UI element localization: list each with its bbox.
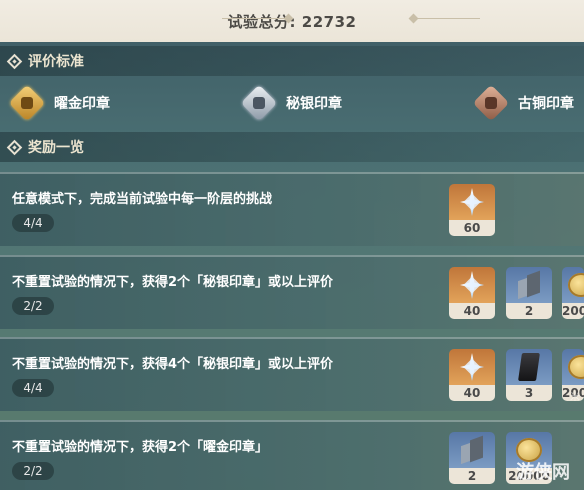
badge-bronze-seal: 古铜印章	[472, 84, 574, 122]
primogem-icon	[460, 188, 484, 216]
diamond-bullet-icon	[6, 139, 23, 155]
item-quantity: 60	[449, 220, 495, 236]
mora-coin-icon	[568, 273, 584, 297]
divider-ornament-right	[408, 13, 480, 24]
reward-item-mora[interactable]: 200	[562, 267, 584, 319]
reward-item-dark-ore[interactable]: 3	[506, 349, 552, 401]
rating-section-header: 评价标准	[0, 46, 584, 76]
badge-label: 古铜印章	[518, 96, 574, 112]
reward-row: 不重置试验的情况下，获得2个「曜金印章」 2/2 2 20000	[0, 420, 584, 490]
divider-ornament-left	[222, 13, 294, 24]
reward-description: 不重置试验的情况下，获得2个「曜金印章」	[12, 440, 269, 455]
progress-badge: 4/4	[12, 214, 54, 232]
item-quantity: 2	[449, 468, 495, 484]
badge-gold-seal: 曜金印章	[8, 84, 110, 122]
ore-icon	[461, 435, 483, 465]
item-quantity: 40	[449, 303, 495, 319]
reward-item-primogem[interactable]: 40	[449, 349, 495, 401]
gold-seal-icon	[8, 84, 46, 122]
watermark: 游侠网	[516, 462, 570, 483]
bronze-seal-icon	[472, 84, 510, 122]
seal-badges-row: 曜金印章 秘银印章 古铜印章	[0, 78, 584, 128]
primogem-icon	[460, 353, 484, 381]
dark-ore-icon	[518, 353, 540, 381]
progress-badge: 2/2	[12, 297, 54, 315]
mora-coin-icon	[568, 355, 584, 379]
item-quantity: 40	[449, 385, 495, 401]
badge-silver-seal: 秘银印章	[240, 84, 342, 122]
reward-description: 不重置试验的情况下，获得2个「秘银印章」或以上评价	[12, 275, 334, 290]
reward-item-ore[interactable]: 2	[449, 432, 495, 484]
badge-label: 曜金印章	[54, 96, 110, 112]
primogem-icon	[460, 271, 484, 299]
ore-icon	[518, 270, 540, 300]
watermark-small: 米	[570, 392, 580, 403]
reward-description: 任意模式下，完成当前试验中每一阶层的挑战	[12, 192, 273, 207]
rewards-section-title: 奖励一览	[28, 140, 84, 156]
rewards-section-header: 奖励一览	[0, 132, 584, 162]
item-quantity: 2	[506, 303, 552, 319]
score-bar: 试验总分: 22732	[0, 0, 584, 42]
rating-section-title: 评价标准	[28, 54, 84, 70]
reward-row: 不重置试验的情况下，获得2个「秘银印章」或以上评价 2/2 40 2 200	[0, 255, 584, 329]
progress-badge: 4/4	[12, 379, 54, 397]
reward-description: 不重置试验的情况下，获得4个「秘银印章」或以上评价	[12, 357, 334, 372]
diamond-bullet-icon	[6, 53, 23, 69]
reward-row: 任意模式下，完成当前试验中每一阶层的挑战 4/4 60	[0, 172, 584, 246]
reward-item-primogem[interactable]: 60	[449, 184, 495, 236]
reward-item-primogem[interactable]: 40	[449, 267, 495, 319]
reward-item-ore[interactable]: 2	[506, 267, 552, 319]
item-quantity: 3	[506, 385, 552, 401]
reward-row: 不重置试验的情况下，获得4个「秘银印章」或以上评价 4/4 40 3 200	[0, 337, 584, 411]
silver-seal-icon	[240, 84, 278, 122]
badge-label: 秘银印章	[286, 96, 342, 112]
progress-badge: 2/2	[12, 462, 54, 480]
item-quantity: 200	[562, 303, 584, 319]
